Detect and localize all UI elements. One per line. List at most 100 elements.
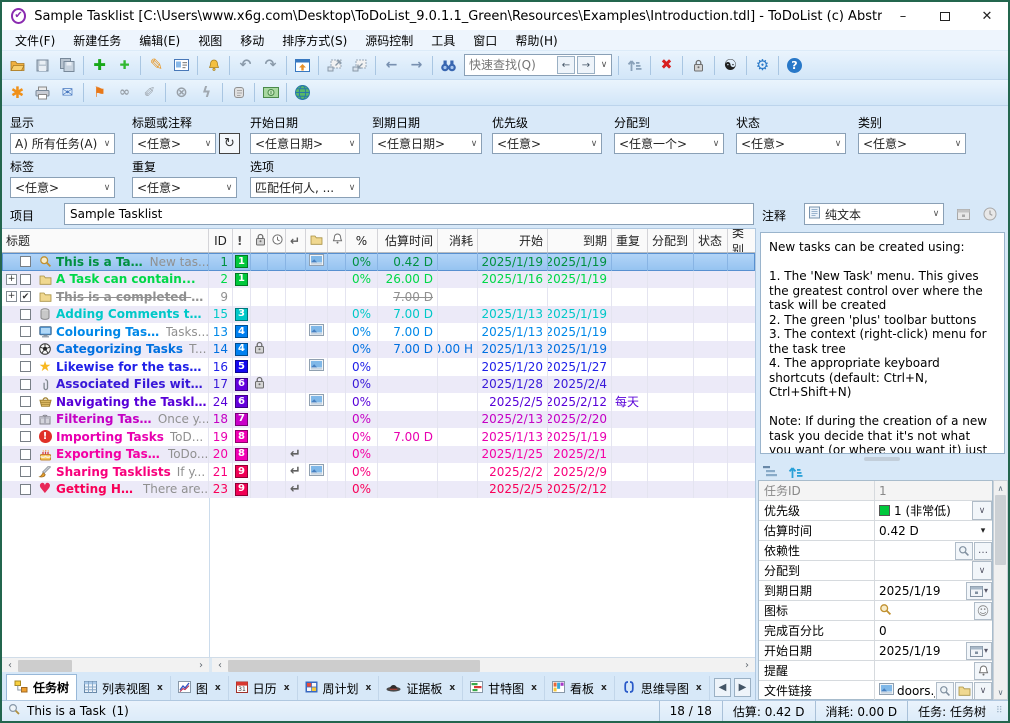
task-checkbox[interactable]	[20, 274, 31, 285]
resize-grip[interactable]: ⠿	[996, 706, 1006, 716]
toggle-style-icon[interactable]: ☯	[718, 54, 743, 77]
task-row[interactable]: Categorizing TasksT...1440%7.00 D0.00 H2…	[2, 341, 755, 359]
column-header-15[interactable]: 状态	[694, 229, 728, 252]
icon-picker-icon[interactable]: ☺	[974, 602, 992, 620]
chevron-down-icon[interactable]: ∨	[972, 561, 992, 580]
task-row[interactable]: +✔This is a completed task97.00 D	[2, 288, 755, 306]
task-row[interactable]: Filtering TasksOnce y...1870%2025/2/1320…	[2, 411, 755, 429]
calendar-icon[interactable]: ▾	[966, 582, 992, 600]
app-logo-icon[interactable]: ✱	[5, 81, 30, 104]
column-header-9[interactable]: 估算时间	[378, 229, 438, 252]
task-checkbox[interactable]	[20, 396, 31, 407]
vscroll-thumb[interactable]	[995, 495, 1006, 565]
edit-task-icon[interactable]: ✎	[144, 54, 169, 77]
print-icon[interactable]	[30, 81, 55, 104]
scroll-right-icon[interactable]: ›	[739, 660, 755, 671]
task-checkbox[interactable]	[20, 466, 31, 477]
column-header-8[interactable]: %	[346, 229, 378, 252]
close-tab-icon[interactable]: x	[215, 683, 221, 693]
close-tab-icon[interactable]: x	[531, 683, 537, 693]
website-icon[interactable]	[290, 81, 315, 104]
preferences-icon[interactable]: ⚙	[750, 54, 775, 77]
filter-start_date-select[interactable]: <任意日期>∨	[250, 133, 360, 154]
tab-chart[interactable]: 图x	[171, 676, 229, 700]
task-checkbox[interactable]	[20, 379, 31, 390]
quick-search-input[interactable]	[465, 56, 557, 74]
comments-date-button[interactable]	[952, 204, 974, 224]
new-task-icon[interactable]: ✚	[87, 54, 112, 77]
task-comments-text[interactable]: New tasks can be created using: 1. The '…	[760, 232, 1005, 454]
attribute-value[interactable]: 1 (非常低)	[875, 501, 971, 520]
tab-list-view[interactable]: 列表视图x	[77, 676, 171, 700]
close-tab-icon[interactable]: x	[284, 683, 290, 693]
attribute-value[interactable]: 0	[875, 621, 992, 640]
attribute-value[interactable]: doors.jp	[875, 681, 935, 700]
cleanup-icon[interactable]: ✐	[137, 81, 162, 104]
link-icon[interactable]: ∞	[112, 81, 137, 104]
close-tab-icon[interactable]: x	[366, 683, 372, 693]
close-tab-icon[interactable]: x	[696, 683, 702, 693]
next-task-icon[interactable]: →	[404, 54, 429, 77]
attribute-value[interactable]: 2025/1/19	[875, 581, 965, 600]
send-email-icon[interactable]: ✉	[55, 81, 80, 104]
hscroll-thumb[interactable]	[18, 660, 72, 672]
attribute-value[interactable]	[875, 661, 973, 680]
chevron-down-icon[interactable]: ∨	[597, 60, 611, 70]
reminder-icon[interactable]	[201, 54, 226, 77]
lookup-icon[interactable]	[955, 542, 973, 560]
attribute-value[interactable]	[875, 541, 954, 560]
maximize-view-icon[interactable]	[290, 54, 315, 77]
attribute-value[interactable]: 0.42 D	[875, 521, 973, 540]
task-row[interactable]: !Importing TasksToD...1980%7.00 D2025/1/…	[2, 428, 755, 446]
attribute-value[interactable]	[875, 601, 973, 620]
scroll-left-icon[interactable]: ‹	[212, 660, 228, 671]
task-checkbox[interactable]	[20, 431, 31, 442]
close-tab-icon[interactable]: x	[157, 683, 163, 693]
task-row[interactable]: ★Likewise for the task's ...1650%2025/1/…	[2, 358, 755, 376]
menu-item-9[interactable]: 帮助(H)	[506, 30, 566, 51]
menu-item-1[interactable]: 新建任务	[64, 30, 130, 51]
ellipsis-button[interactable]: …	[974, 542, 992, 560]
delete-task-icon[interactable]: ✖	[654, 54, 679, 77]
column-header-10[interactable]: 消耗	[438, 229, 478, 252]
task-row[interactable]: ♥Getting HelpThere are...239↵0%2025/2/52…	[2, 481, 755, 499]
tab-kanban[interactable]: 看板x	[545, 676, 615, 700]
sort-attributes-icon[interactable]	[788, 465, 803, 482]
comments-time-button[interactable]	[979, 204, 1001, 224]
save-all-icon[interactable]	[55, 54, 80, 77]
chevron-down-icon[interactable]: ∨	[972, 501, 992, 520]
task-row[interactable]: This is a TaskNew tas...110%0.42 D2025/1…	[2, 253, 755, 271]
filter-options-select[interactable]: 匹配任何人, ...∨	[250, 177, 360, 198]
column-header-11[interactable]: 开始	[478, 229, 548, 252]
tab-week-plan[interactable]: 周计划x	[298, 676, 380, 700]
column-header-3[interactable]	[251, 229, 268, 252]
menu-item-2[interactable]: 编辑(E)	[130, 30, 189, 51]
minimize-button[interactable]: –	[882, 2, 924, 30]
open-tasklist-icon[interactable]	[5, 54, 30, 77]
table-header[interactable]: 标题ID!↵%估算时间消耗开始到期重复分配到状态类别	[2, 229, 755, 253]
edit-attributes-icon[interactable]	[169, 54, 194, 77]
tabs-scroll-left-icon[interactable]: ◀	[714, 678, 731, 697]
new-subtask-icon[interactable]: ✚	[112, 54, 137, 77]
task-checkbox[interactable]	[20, 449, 31, 460]
filter-tag-select[interactable]: <任意>∨	[10, 177, 115, 198]
task-row[interactable]: Navigating the Tasklist2460%2025/2/52025…	[2, 393, 755, 411]
flag-icon[interactable]: ⚑	[87, 81, 112, 104]
columns-pane-hscrollbar[interactable]: ‹ ›	[212, 658, 755, 672]
menu-item-8[interactable]: 窗口	[464, 30, 506, 51]
filter-refresh-button[interactable]: ↻	[219, 133, 240, 154]
log-icon[interactable]	[226, 81, 251, 104]
reminder-icon[interactable]	[974, 662, 992, 680]
scroll-down-icon[interactable]: ∨	[998, 685, 1004, 699]
menu-item-5[interactable]: 排序方式(S)	[273, 30, 356, 51]
filter-status-select[interactable]: <任意>∨	[736, 133, 846, 154]
task-checkbox[interactable]	[20, 414, 31, 425]
tab-calendar[interactable]: 31日历x	[229, 676, 298, 700]
attribute-value[interactable]	[875, 561, 971, 580]
filter-title_or_comment-select[interactable]: <任意>∨	[132, 133, 216, 154]
scroll-left-icon[interactable]: ‹	[2, 660, 18, 671]
lookup-icon[interactable]	[936, 682, 954, 700]
prev-task-icon[interactable]: ←	[379, 54, 404, 77]
column-header-4[interactable]	[268, 229, 286, 252]
chevron-down-icon[interactable]: ∨	[974, 682, 992, 700]
